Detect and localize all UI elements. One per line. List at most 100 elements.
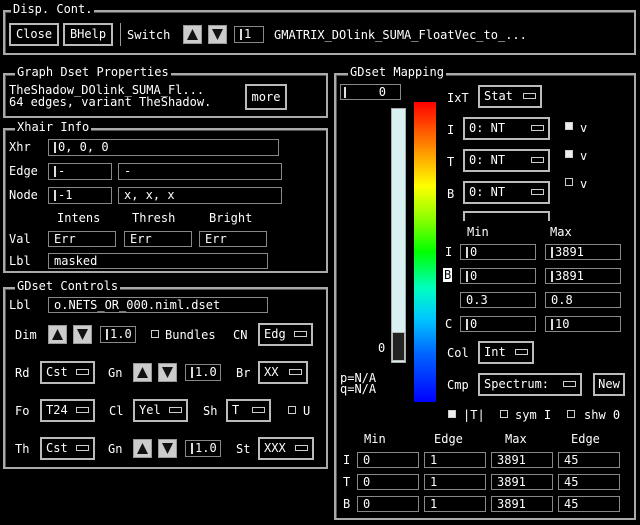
lbl-label: Lbl xyxy=(9,254,31,268)
val-intens-field: Err xyxy=(48,231,116,247)
graph-props-line2: 64 edges, variant TheShadow. xyxy=(9,95,212,109)
gn1-up-arrow-icon[interactable] xyxy=(133,363,152,382)
b-v-checkbox[interactable] xyxy=(565,178,573,186)
u-label: U xyxy=(303,404,311,418)
th-menu[interactable]: Cst xyxy=(40,437,95,460)
menu-indicator-icon xyxy=(169,407,182,413)
switch-up-arrow-icon[interactable] xyxy=(183,25,202,44)
bundles-checkbox[interactable] xyxy=(151,330,159,338)
range-max-b2[interactable]: 0.8 xyxy=(545,292,621,308)
rd-menu[interactable]: Cst xyxy=(40,361,95,384)
range-min-b[interactable]: 0 xyxy=(460,268,536,284)
table-header-max: Max xyxy=(505,432,527,446)
switch-value-field[interactable]: 1 xyxy=(234,26,264,43)
separator xyxy=(120,23,121,46)
gn2-up-arrow-icon[interactable] xyxy=(133,439,152,458)
range-min-i[interactable]: 0 xyxy=(460,244,536,260)
table-cell: 1 xyxy=(424,452,486,468)
menu-indicator-icon xyxy=(295,445,308,451)
gn2-down-arrow-icon[interactable] xyxy=(158,439,177,458)
table-cell: 3891 xyxy=(491,496,553,512)
br-menu[interactable]: XX xyxy=(258,361,308,384)
shw-label: shw 0 xyxy=(584,408,621,422)
blank-menu[interactable] xyxy=(463,211,550,221)
dim-up-arrow-icon[interactable] xyxy=(48,325,67,344)
close-button[interactable]: Close xyxy=(9,23,59,46)
menu-indicator-icon xyxy=(289,369,302,375)
range-max-i[interactable]: 3891 xyxy=(545,244,621,260)
bhelp-button[interactable]: BHelp xyxy=(63,23,113,46)
range-min-b2[interactable]: 0.3 xyxy=(460,292,536,308)
range-max-b[interactable]: 3891 xyxy=(545,268,621,284)
i-v-checkbox[interactable] xyxy=(565,122,573,130)
node-info-field: x, x, x xyxy=(118,187,282,204)
range-label-b[interactable]: B xyxy=(443,268,453,282)
lbl-field: masked xyxy=(48,253,268,269)
table-cell: 0 xyxy=(357,452,419,468)
xhr-label: Xhr xyxy=(9,140,31,154)
dim-down-arrow-icon[interactable] xyxy=(73,325,92,344)
table-cell: 1 xyxy=(424,474,486,490)
table-cell: 0 xyxy=(357,474,419,490)
range-label-c: C xyxy=(445,317,453,331)
sym-label: sym I xyxy=(515,408,552,422)
menu-indicator-icon xyxy=(515,349,528,355)
node-field[interactable]: -1 xyxy=(48,187,112,204)
xhr-field[interactable]: 0, 0, 0 xyxy=(48,139,279,156)
col-thresh-header: Thresh xyxy=(132,211,176,225)
cl-menu[interactable]: Yel xyxy=(133,399,188,422)
ixt-label: IxT xyxy=(447,91,469,105)
switch-down-arrow-icon[interactable] xyxy=(208,25,227,44)
table-cell: 45 xyxy=(558,452,620,468)
u-checkbox[interactable] xyxy=(288,406,296,414)
col-bright-header: Bright xyxy=(209,211,253,225)
menu-indicator-icon xyxy=(252,407,265,413)
graph-props-title: Graph Dset Properties xyxy=(15,65,171,79)
threshold-slider-thumb[interactable] xyxy=(392,332,405,361)
range-min-c[interactable]: 0 xyxy=(460,316,536,332)
cn-menu[interactable]: Edg xyxy=(258,323,313,346)
col-intens-header: Intens xyxy=(57,211,101,225)
min-header: Min xyxy=(467,225,489,239)
controls-lbl-label: Lbl xyxy=(9,298,31,312)
table-header-edge2: Edge xyxy=(571,432,600,446)
abs-t-checkbox[interactable] xyxy=(448,410,456,418)
col-menu[interactable]: Int xyxy=(478,341,534,364)
dim-value-field[interactable]: 1.0 xyxy=(100,326,136,343)
sym-checkbox[interactable] xyxy=(500,410,508,418)
i-label: I xyxy=(447,123,455,137)
t-v-checkbox[interactable] xyxy=(565,150,573,158)
menu-indicator-icon xyxy=(76,407,89,413)
t-column-menu[interactable]: 0: NT xyxy=(463,149,550,172)
threshold-top-field[interactable]: 0 xyxy=(340,84,401,100)
node-label: Node xyxy=(9,188,38,202)
more-button[interactable]: more xyxy=(245,84,287,110)
pq-readout: p=N/A q=N/A xyxy=(340,371,377,396)
colorbar[interactable] xyxy=(414,102,436,402)
cmp-menu[interactable]: Spectrum: xyxy=(478,373,582,396)
ixt-menu[interactable]: Stat xyxy=(478,85,542,108)
threshold-slider-track[interactable] xyxy=(391,108,406,363)
gn1-value-field[interactable]: 1.0 xyxy=(185,364,221,381)
table-row-label: B xyxy=(343,497,351,511)
new-colormap-button[interactable]: New xyxy=(593,373,625,396)
range-label-i: I xyxy=(445,245,453,259)
gn2-value-field[interactable]: 1.0 xyxy=(185,440,221,457)
st-menu[interactable]: XXX xyxy=(258,437,314,460)
th-label: Th xyxy=(15,442,30,456)
t-label: T xyxy=(447,155,455,169)
menu-indicator-icon xyxy=(294,331,307,337)
b-column-menu[interactable]: 0: NT xyxy=(463,181,550,204)
gn1-label: Gn xyxy=(108,366,123,380)
table-header-min: Min xyxy=(364,432,386,446)
gn1-down-arrow-icon[interactable] xyxy=(158,363,177,382)
abs-t-label: |T| xyxy=(463,408,485,422)
i-column-menu[interactable]: 0: NT xyxy=(463,117,550,140)
shw-checkbox[interactable] xyxy=(567,410,575,418)
menu-indicator-icon xyxy=(531,189,544,195)
fo-menu[interactable]: T24 xyxy=(40,399,95,422)
switch-label: Switch xyxy=(127,28,171,42)
range-max-c[interactable]: 10 xyxy=(545,316,621,332)
sh-menu[interactable]: T xyxy=(226,399,271,422)
edge-field[interactable]: - xyxy=(48,163,112,180)
